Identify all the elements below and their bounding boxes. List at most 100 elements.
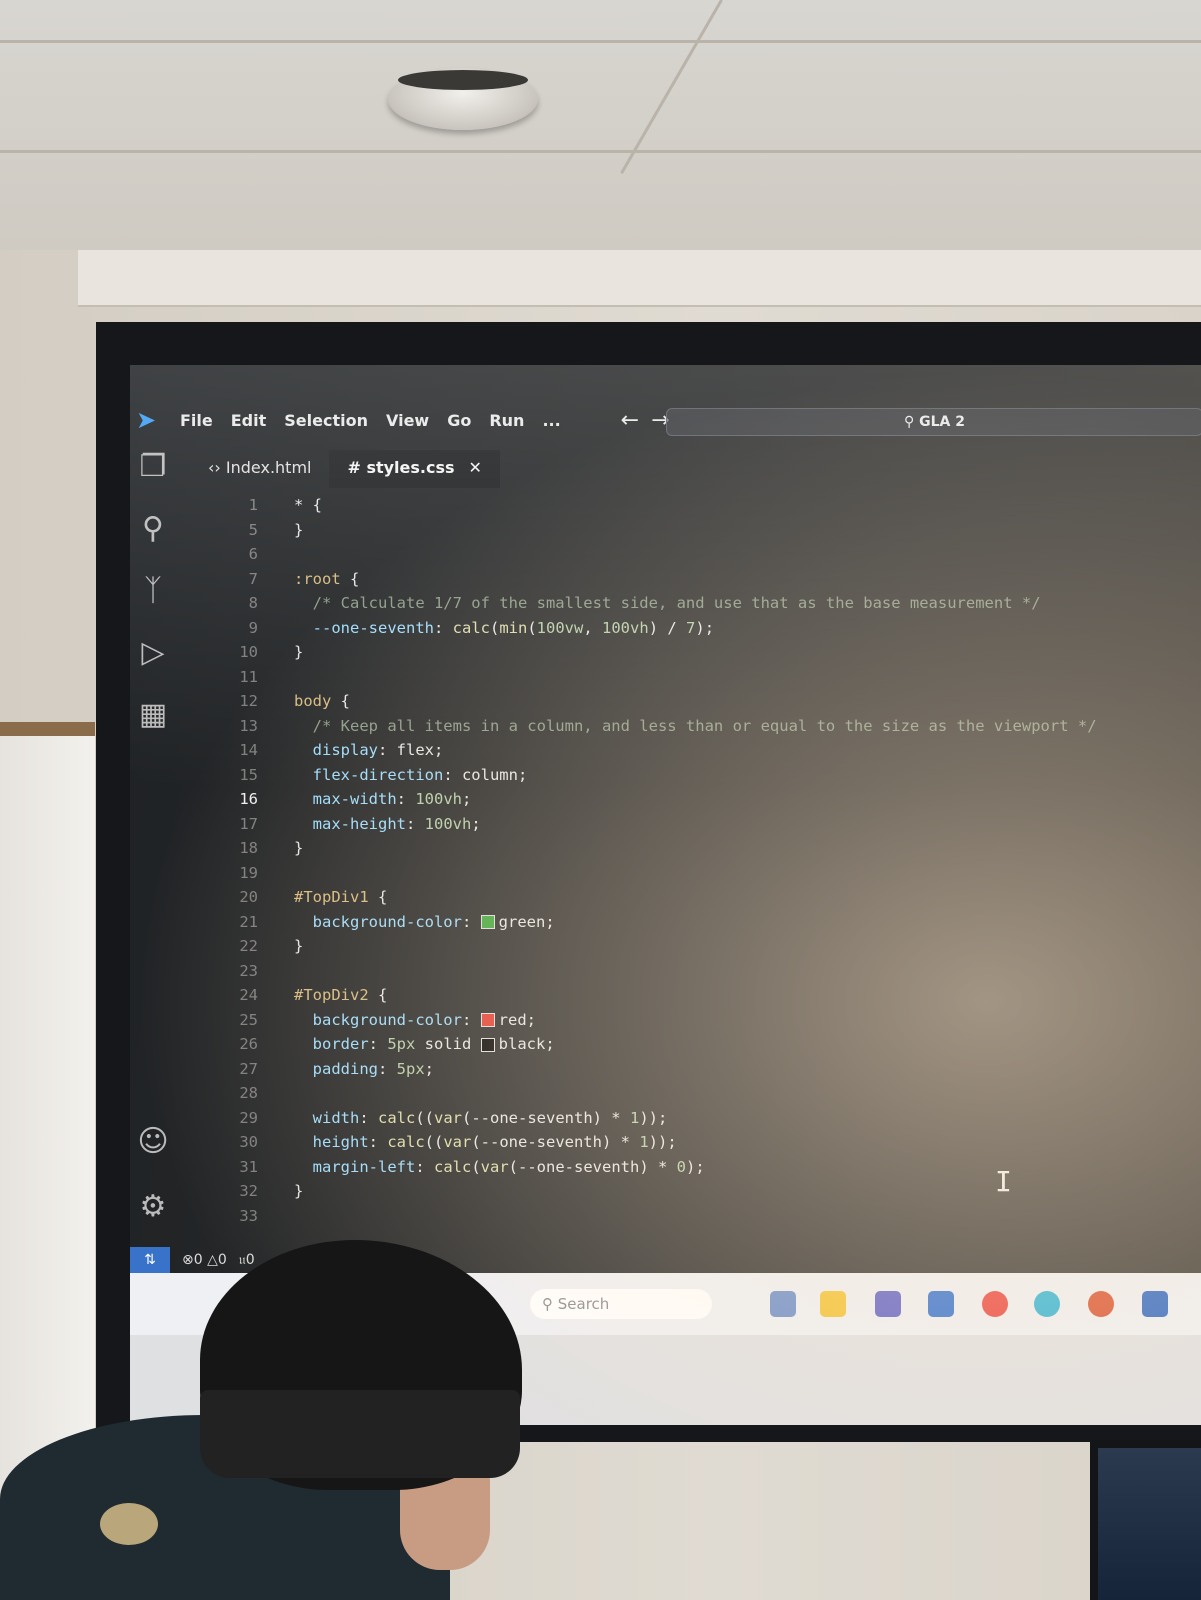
code-token: : (461, 912, 481, 931)
code-token: : (368, 1133, 388, 1151)
tab-styles-css[interactable]: # styles.css ✕ (329, 450, 500, 488)
code-line[interactable]: 1 * { (210, 493, 1200, 518)
code-token: } (294, 643, 304, 661)
taskbar-search[interactable]: ⚲ Search (530, 1289, 712, 1319)
edge-icon[interactable] (1034, 1291, 1060, 1317)
menu-more-icon[interactable]: ... (542, 411, 560, 430)
code-line[interactable]: 19 (210, 861, 1200, 886)
code-token: : flex; (378, 741, 444, 759)
color-swatch-icon[interactable] (480, 1013, 495, 1027)
extensions-icon[interactable]: ▦ (136, 698, 170, 732)
code-token: var (443, 1133, 472, 1151)
code-token: : (405, 814, 425, 833)
powerpoint-icon[interactable] (1088, 1291, 1114, 1317)
taskbar-app-icon[interactable] (770, 1291, 796, 1317)
word-icon[interactable] (1142, 1291, 1168, 1317)
gear-icon[interactable]: ⚙ (136, 1190, 170, 1224)
line-number: 13 (239, 716, 258, 735)
code-line[interactable]: 33 (210, 1204, 1200, 1229)
line-number: 25 (239, 1010, 258, 1029)
menu-item-edit[interactable]: Edit (231, 411, 267, 430)
code-token: (--one-seventh) * (508, 1157, 677, 1176)
remote-indicator-icon[interactable]: ⇅ (130, 1247, 170, 1273)
code-line[interactable]: 30 height: calc((var(--one-seventh) * 1)… (210, 1130, 1200, 1155)
code-token: : (378, 1059, 397, 1078)
code-line[interactable]: 10} (210, 640, 1200, 665)
code-line[interactable]: 9 --one-seventh: calc(min(100vw, 100vh) … (210, 616, 1200, 641)
line-number: 5 (248, 520, 258, 539)
errors-indicator[interactable]: ⊗0 △0 (182, 1252, 227, 1268)
code-token: : (359, 1108, 378, 1127)
code-token: ( (527, 618, 537, 637)
code-token: { (331, 692, 350, 710)
code-token: solid (415, 1035, 481, 1053)
line-number: 11 (239, 667, 258, 686)
code-token: min (499, 618, 528, 637)
screen-valance (78, 250, 1201, 307)
tab-index-html[interactable]: ‹› Index.html (190, 450, 329, 488)
close-icon[interactable]: ✕ (469, 458, 482, 477)
code-line[interactable]: 21 background-color: green; (210, 910, 1200, 935)
code-token: width (294, 1108, 360, 1127)
code-token: : (433, 618, 453, 637)
code-line[interactable]: 22} (210, 934, 1200, 959)
code-line[interactable]: 13 /* Keep all items in a column, and le… (210, 714, 1200, 739)
code-line[interactable]: 8 /* Calculate 1/7 of the smallest side,… (210, 591, 1200, 616)
run-debug-icon[interactable]: ▷ (136, 636, 170, 670)
file-explorer-icon[interactable] (820, 1291, 846, 1317)
code-line[interactable]: 23 (210, 959, 1200, 984)
code-token: calc (387, 1133, 425, 1151)
code-line[interactable]: 15 flex-direction: column; (210, 763, 1200, 788)
code-line[interactable]: 29 width: calc((var(--one-seventh) * 1))… (210, 1106, 1200, 1131)
code-token: ( (489, 618, 500, 637)
code-editor[interactable]: 1 * {5} 6 7:root {8 /* Calculate 1/7 of the… (210, 493, 1200, 1253)
code-line[interactable]: 11 (210, 665, 1200, 690)
chrome-icon[interactable] (982, 1291, 1008, 1317)
menu-item-selection[interactable]: Selection (284, 411, 368, 430)
code-line[interactable]: 27 padding: 5px; (210, 1057, 1200, 1082)
code-line[interactable]: 20 #TopDiv1 { (210, 885, 1200, 910)
code-token: height (294, 1133, 369, 1151)
code-line[interactable]: 5} (210, 518, 1200, 543)
code-token: body (294, 692, 332, 710)
code-token: 5px (387, 1035, 416, 1053)
vscode-logo-icon: ➤ (136, 406, 157, 434)
menu-item-file[interactable]: File (180, 411, 213, 430)
menu-item-go[interactable]: Go (447, 411, 471, 430)
code-line[interactable]: 26 border: 5px solid black; (210, 1032, 1200, 1057)
code-line[interactable]: 32} (210, 1179, 1200, 1204)
code-line[interactable]: 7:root { (210, 567, 1200, 592)
tab-label: Index.html (225, 458, 312, 477)
code-line[interactable]: 14 display: flex; (210, 738, 1200, 763)
code-line[interactable]: 28 (210, 1081, 1200, 1106)
menu-item-view[interactable]: View (386, 411, 429, 430)
code-token: var (480, 1157, 509, 1176)
code-line[interactable]: 6 (210, 542, 1200, 567)
back-arrow-icon[interactable]: ← (621, 408, 639, 433)
code-line[interactable]: 17 max-height: 100vh; (210, 812, 1200, 837)
color-swatch-icon[interactable] (480, 1037, 495, 1052)
color-swatch-icon[interactable] (480, 915, 495, 929)
line-number: 21 (239, 912, 258, 931)
outlook-icon[interactable] (928, 1291, 954, 1317)
code-line[interactable]: 31 margin-left: calc(var(--one-seventh) … (210, 1155, 1200, 1180)
explorer-icon[interactable]: ❐ (136, 450, 170, 484)
code-line[interactable]: 16 max-width: 100vh; (210, 787, 1200, 812)
menu-item-run[interactable]: Run (489, 411, 524, 430)
line-number: 9 (248, 618, 258, 637)
code-token: 100vh (424, 814, 472, 833)
code-line[interactable]: 24 #TopDiv2 { (210, 983, 1200, 1008)
ports-indicator[interactable]: 𝔲0 (239, 1252, 255, 1268)
search-icon[interactable]: ⚲ (136, 512, 170, 546)
search-icon: ⚲ (903, 414, 915, 430)
teams-icon[interactable] (875, 1291, 901, 1317)
command-center-search[interactable]: ⚲ GLA 2 (666, 408, 1201, 436)
code-line[interactable]: 12 body { (210, 689, 1200, 714)
source-control-icon[interactable]: ᛉ (136, 574, 170, 608)
code-line[interactable]: 18} (210, 836, 1200, 861)
account-icon[interactable]: ☺ (136, 1125, 170, 1159)
code-token: 100vh (415, 790, 462, 808)
ports-count: 0 (245, 1252, 255, 1268)
code-line[interactable]: 25 background-color: red; (210, 1008, 1200, 1033)
code-token: calc (378, 1108, 416, 1127)
